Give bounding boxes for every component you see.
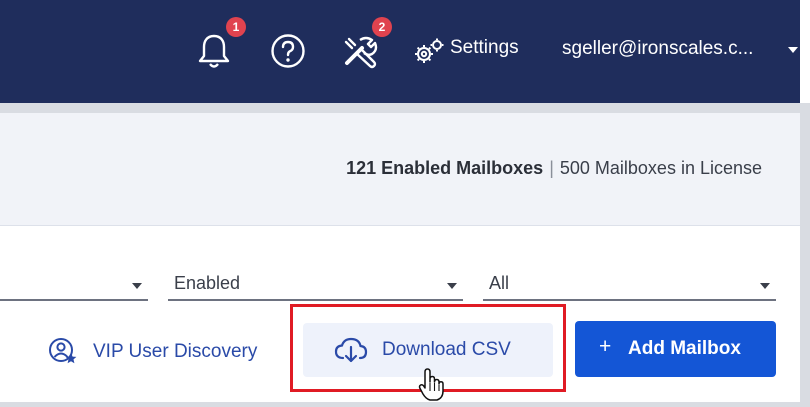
help-circle-icon[interactable] xyxy=(270,33,306,74)
scrollbar-edge xyxy=(800,0,810,103)
user-menu[interactable]: sgeller@ironscales.c... xyxy=(562,38,753,60)
top-navigation-bar: 1 2 Settings sgeller@ironscales.c... xyxy=(0,0,810,103)
type-filter-value: All xyxy=(489,273,510,293)
add-mailbox-label: Add Mailbox xyxy=(628,338,741,359)
license-mailboxes-count: 500 Mailboxes in License xyxy=(559,158,762,178)
type-filter-dropdown[interactable]: All xyxy=(483,257,776,301)
mailbox-stats: 121 Enabled Mailboxes | 500 Mailboxes in L… xyxy=(346,158,762,179)
filter-dropdown-1[interactable] xyxy=(0,257,148,301)
chevron-down-icon[interactable] xyxy=(788,47,798,53)
settings-link[interactable]: Settings xyxy=(450,37,519,59)
vip-user-icon xyxy=(48,337,78,372)
tools-icon[interactable] xyxy=(341,33,379,76)
bell-icon[interactable] xyxy=(197,32,231,75)
notification-count-badge: 1 xyxy=(226,17,246,37)
enabled-mailboxes-count: 121 Enabled Mailboxes xyxy=(346,158,544,178)
plus-icon: + xyxy=(599,335,612,358)
status-filter-dropdown[interactable]: Enabled xyxy=(168,257,463,301)
stats-separator: | xyxy=(549,158,554,178)
mailboxes-panel: 121 Enabled Mailboxes | 500 Mailboxes in L… xyxy=(0,113,800,402)
mailbox-stats-bar: 121 Enabled Mailboxes | 500 Mailboxes in L… xyxy=(0,113,800,226)
tools-count-badge: 2 xyxy=(372,17,392,37)
chevron-down-icon xyxy=(447,283,457,289)
hand-pointer-cursor-icon xyxy=(418,368,446,407)
chevron-down-icon xyxy=(760,283,770,289)
add-mailbox-button[interactable]: + Add Mailbox xyxy=(575,321,776,377)
gears-icon[interactable] xyxy=(413,37,445,70)
vip-user-discovery-label: VIP User Discovery xyxy=(93,341,258,362)
chevron-down-icon xyxy=(132,283,142,289)
status-filter-value: Enabled xyxy=(174,273,241,293)
